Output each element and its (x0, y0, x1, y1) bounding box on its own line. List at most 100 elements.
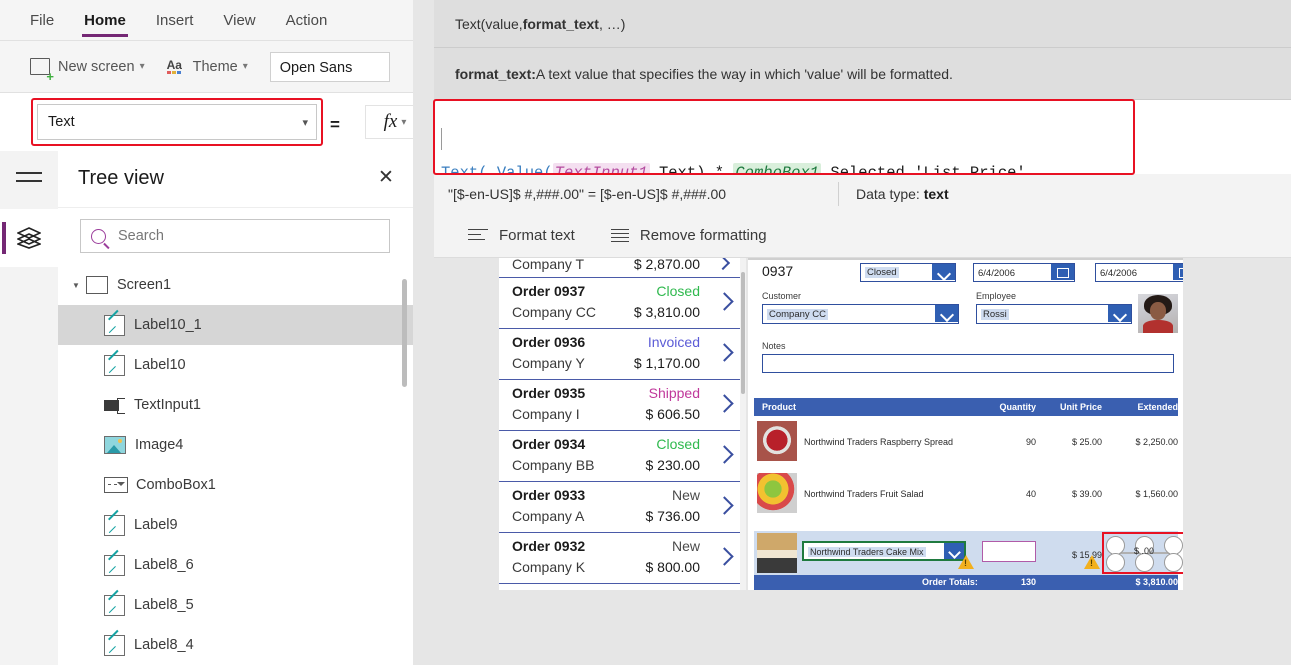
tree-node-textinput1[interactable]: TextInput1 (58, 385, 413, 425)
order-date-picker[interactable]: 6/4/2006 (973, 263, 1075, 282)
gallery-company: Company BB (512, 457, 595, 473)
chevron-down-icon[interactable] (1108, 305, 1131, 322)
status-dropdown[interactable]: Closed (860, 263, 956, 282)
chevron-right-icon[interactable] (716, 494, 732, 520)
result-expression: "[$-en-US]$ #,###.00" = [$-en-US]$ #,###… (448, 186, 727, 202)
expand-arrow-icon[interactable]: ▼ (72, 281, 86, 290)
tree-node-combobox1[interactable]: ComboBox1 (58, 465, 413, 505)
chevron-right-icon[interactable] (716, 545, 732, 571)
tree-node-list[interactable]: ▼ Screen1 Label10_1 Label10 TextInput1 I… (58, 265, 413, 665)
new-screen-button[interactable]: New screen ▾ (30, 58, 145, 83)
ribbon-tab-action[interactable]: Action (284, 3, 330, 37)
signature-text-part2: , …) (598, 15, 626, 32)
property-dropdown-value: Text (48, 114, 75, 130)
right-pane: Text(value, format_text, …) format_text:… (413, 0, 1291, 665)
parameter-description-bar: format_text: A text value that specifies… (434, 48, 1291, 100)
remove-formatting-button[interactable]: Remove formatting (610, 227, 767, 244)
chevron-right-icon[interactable] (716, 443, 732, 469)
hamburger-menu-icon[interactable] (16, 169, 42, 187)
calendar-icon[interactable] (1051, 264, 1074, 280)
gallery-row[interactable]: Order 0937 Company CC Closed $ 3,810.00 (499, 278, 746, 329)
gallery-company: Company T (512, 258, 585, 272)
tree-node-screen1[interactable]: ▼ Screen1 (58, 265, 413, 305)
line-item-edit-row[interactable]: Northwind Traders Cake Mix $ 15.99 $ .00 (754, 531, 1183, 575)
gallery-order-id: Order 0935 (512, 385, 586, 401)
column-header-product: Product (762, 402, 797, 412)
gallery-row[interactable]: Order 0936 Company Y Invoiced $ 1,170.00 (499, 329, 746, 380)
gallery-row-partial[interactable]: Company T $ 2,870.00 (499, 258, 746, 278)
gallery-row[interactable]: Order 0935 Company I Shipped $ 606.50 (499, 380, 746, 431)
tree-node-label9[interactable]: Label9 (58, 505, 413, 545)
tree-view-rail-button[interactable] (0, 209, 58, 267)
tree-node-label10-1[interactable]: Label10_1 (58, 305, 413, 345)
ribbon-tab-file[interactable]: File (28, 3, 56, 37)
search-input[interactable] (116, 227, 370, 245)
product-extended: $ 1,560.00 (1135, 489, 1178, 499)
chevron-down-icon[interactable] (932, 264, 955, 280)
notes-label: Notes (762, 341, 786, 351)
chevron-right-icon[interactable] (716, 392, 732, 418)
order-detail-form[interactable]: 0937 Closed 6/4/2006 6/4/2006 Customer C… (748, 258, 1183, 590)
product-combobox[interactable]: Northwind Traders Cake Mix (802, 541, 966, 561)
detail-top-border (748, 258, 1183, 260)
ribbon-tab-home[interactable]: Home (82, 3, 128, 37)
quantity-input[interactable] (982, 541, 1036, 562)
line-item-row[interactable]: Northwind Traders Raspberry Spread 90 $ … (754, 418, 1178, 464)
gallery-row[interactable]: Order 0934 Company BB Closed $ 230.00 (499, 431, 746, 482)
search-icon (91, 228, 106, 244)
app-canvas[interactable]: Company T $ 2,870.00 Order 0937 Company … (499, 258, 1183, 590)
tree-node-label10[interactable]: Label10 (58, 345, 413, 385)
employee-combobox[interactable]: Rossi (976, 304, 1132, 324)
tree-node-label8-5[interactable]: Label8_5 (58, 585, 413, 625)
gallery-company: Company K (512, 559, 586, 575)
gallery-status: Invoiced (647, 334, 700, 350)
gallery-row[interactable]: Order 0933 Company A New $ 736.00 (499, 482, 746, 533)
chevron-right-icon[interactable] (716, 290, 732, 316)
chevron-down-icon[interactable] (935, 305, 958, 322)
property-dropdown[interactable]: Text ▾ (37, 104, 317, 140)
gallery-scrollbar-thumb[interactable] (741, 272, 745, 394)
order-totals-row: Order Totals: 130 $ 3,810.00 (754, 575, 1178, 590)
warning-icon (1084, 555, 1100, 569)
tree-node-label: Image4 (135, 437, 184, 453)
line-item-row[interactable]: Northwind Traders Fruit Salad 40 $ 39.00… (754, 470, 1178, 516)
result-divider (838, 182, 839, 206)
close-icon[interactable]: ✕ (375, 167, 397, 189)
notes-input[interactable] (762, 354, 1174, 373)
ribbon-tab-view[interactable]: View (221, 3, 257, 37)
tree-node-label: Label10 (134, 357, 186, 373)
datatype-label: Data type: (856, 186, 924, 202)
chevron-right-icon[interactable] (716, 341, 732, 367)
tree-node-label8-4[interactable]: Label8_4 (58, 625, 413, 665)
format-text-button[interactable]: Format text (468, 227, 575, 244)
image-icon (104, 436, 126, 454)
tree-scrollbar-thumb[interactable] (402, 279, 407, 387)
gallery-amount: $ 606.50 (645, 406, 701, 422)
chevron-right-icon[interactable] (716, 258, 730, 270)
function-signature-bar: Text(value, format_text, …) (434, 0, 1291, 48)
gallery-row[interactable]: Order 0932 Company K New $ 800.00 (499, 533, 746, 584)
gallery-status: Closed (656, 283, 700, 299)
label-icon (104, 554, 125, 576)
description-text: A text value that specifies the way in w… (535, 65, 953, 82)
theme-icon: Aa (166, 58, 182, 74)
calendar-icon[interactable] (1173, 264, 1183, 280)
ribbon-tab-insert[interactable]: Insert (154, 3, 196, 37)
gallery-order-id: Order 0933 (512, 487, 586, 503)
tree-node-image4[interactable]: Image4 (58, 425, 413, 465)
tree-view-header: Tree view ✕ (58, 151, 413, 208)
gallery-amount: $ 736.00 (645, 508, 701, 524)
orders-gallery[interactable]: Company T $ 2,870.00 Order 0937 Company … (499, 258, 746, 590)
order-number: 0937 (762, 263, 794, 279)
font-name-input[interactable]: Open Sans (269, 51, 390, 82)
format-text-label: Format text (499, 227, 575, 244)
theme-button[interactable]: Aa Theme ▾ (166, 58, 248, 75)
gallery-company: Company I (512, 406, 580, 422)
search-box[interactable] (80, 219, 390, 253)
customer-combobox[interactable]: Company CC (762, 304, 959, 324)
gallery-order-id: Order 0932 (512, 538, 586, 554)
left-icon-rail (0, 151, 59, 665)
tree-node-label8-6[interactable]: Label8_6 (58, 545, 413, 585)
column-header-extended: Extended (1137, 402, 1178, 412)
ship-date-picker[interactable]: 6/4/2006 (1095, 263, 1183, 282)
